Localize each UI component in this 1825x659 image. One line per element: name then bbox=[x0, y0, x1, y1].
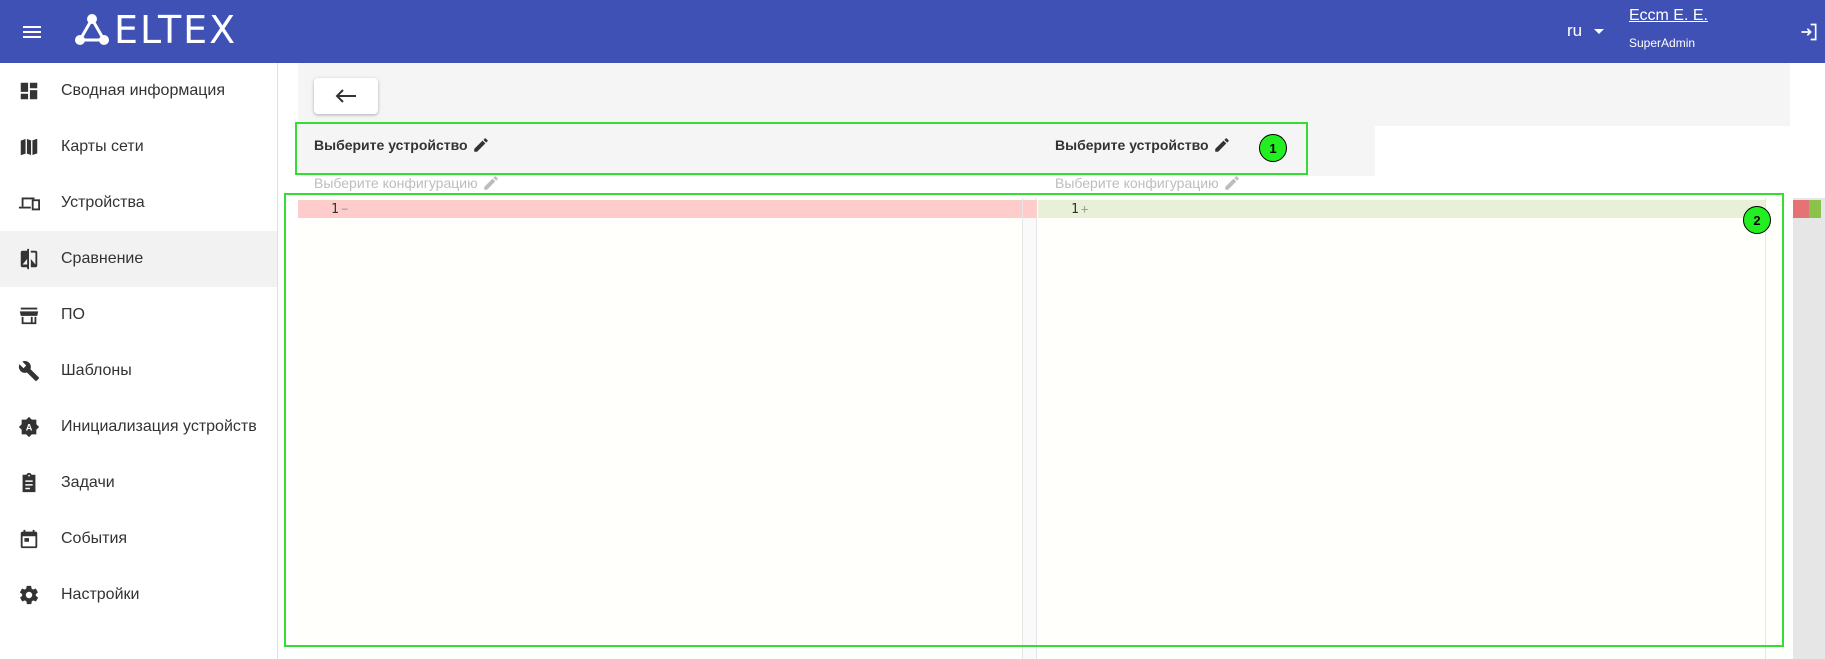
calendar-icon bbox=[20, 529, 38, 549]
sidebar-item-label: Карты сети bbox=[61, 138, 144, 155]
language-select[interactable]: ru bbox=[1567, 21, 1605, 41]
language-value: ru bbox=[1567, 21, 1583, 40]
logo-text: ELTEX bbox=[114, 8, 238, 52]
diff-overview-scrollbar[interactable] bbox=[1793, 198, 1825, 659]
sidebar-item-device-init[interactable]: A Инициализация устройств bbox=[0, 399, 277, 455]
right-config-label: Выберите конфигурацию bbox=[1055, 175, 1219, 191]
sidebar-item-settings[interactable]: Настройки bbox=[0, 567, 277, 623]
sidebar-item-devices[interactable]: Устройства bbox=[0, 175, 277, 231]
logo-molecule-icon bbox=[75, 14, 109, 45]
auto-init-icon: A bbox=[18, 416, 40, 438]
clipboard-icon bbox=[22, 472, 36, 493]
sidebar: Сводная информация Карты сети Устройства… bbox=[0, 63, 278, 659]
dashboard-icon bbox=[20, 82, 38, 100]
sidebar-item-label: ПО bbox=[61, 306, 85, 323]
sidebar-item-label: Сводная информация bbox=[61, 82, 225, 99]
map-icon bbox=[20, 138, 38, 156]
annotation-box-1 bbox=[295, 122, 1308, 175]
sidebar-item-label: Настройки bbox=[61, 586, 140, 603]
user-name-link[interactable]: Ессm Е. Е. bbox=[1629, 7, 1708, 25]
annotation-box-2 bbox=[284, 193, 1784, 647]
arrow-left-icon bbox=[335, 89, 356, 103]
sidebar-item-dashboard[interactable]: Сводная информация bbox=[0, 63, 277, 119]
sidebar-item-events[interactable]: События bbox=[0, 511, 277, 567]
gear-icon bbox=[19, 585, 39, 605]
compare-icon bbox=[20, 248, 38, 270]
sidebar-item-label: Сравнение bbox=[61, 250, 144, 267]
sidebar-item-network-maps[interactable]: Карты сети bbox=[0, 119, 277, 175]
logout-icon[interactable] bbox=[1799, 22, 1819, 42]
store-icon bbox=[19, 307, 39, 325]
wrench-icon bbox=[18, 361, 40, 382]
annotation-badge-1: 1 bbox=[1259, 134, 1287, 162]
sidebar-item-label: События bbox=[61, 530, 128, 547]
pencil-icon bbox=[1224, 176, 1239, 190]
left-config-label: Выберите конфигурацию bbox=[314, 175, 478, 191]
toolbar bbox=[298, 63, 1790, 126]
overview-removed-mark bbox=[1793, 200, 1809, 218]
top-app-bar: ELTEX ru Ессm Е. Е. SuperAdmin bbox=[0, 0, 1825, 63]
hamburger-menu-icon[interactable] bbox=[18, 18, 46, 46]
sidebar-item-compare[interactable]: Сравнение bbox=[0, 231, 277, 287]
sidebar-item-label: Инициализация устройств bbox=[61, 418, 257, 435]
annotation-badge-2: 2 bbox=[1743, 206, 1771, 234]
sidebar-item-templates[interactable]: Шаблоны bbox=[0, 343, 277, 399]
svg-text:A: A bbox=[26, 423, 33, 433]
sidebar-item-tasks[interactable]: Задачи bbox=[0, 455, 277, 511]
overview-added-mark bbox=[1809, 200, 1821, 218]
chevron-down-icon bbox=[1594, 28, 1605, 34]
sidebar-item-label: Задачи bbox=[61, 474, 115, 491]
devices-icon bbox=[18, 197, 40, 211]
right-config-select[interactable]: Выберите конфигурацию bbox=[1055, 174, 1241, 192]
left-config-select[interactable]: Выберите конфигурацию bbox=[314, 174, 500, 192]
sidebar-item-label: Шаблоны bbox=[61, 362, 132, 379]
back-button[interactable] bbox=[314, 78, 378, 114]
sidebar-item-software[interactable]: ПО bbox=[0, 287, 277, 343]
eltex-logo: ELTEX bbox=[74, 8, 238, 52]
pencil-icon bbox=[483, 176, 498, 190]
user-role: SuperAdmin bbox=[1629, 36, 1696, 50]
sidebar-item-label: Устройства bbox=[61, 194, 145, 211]
